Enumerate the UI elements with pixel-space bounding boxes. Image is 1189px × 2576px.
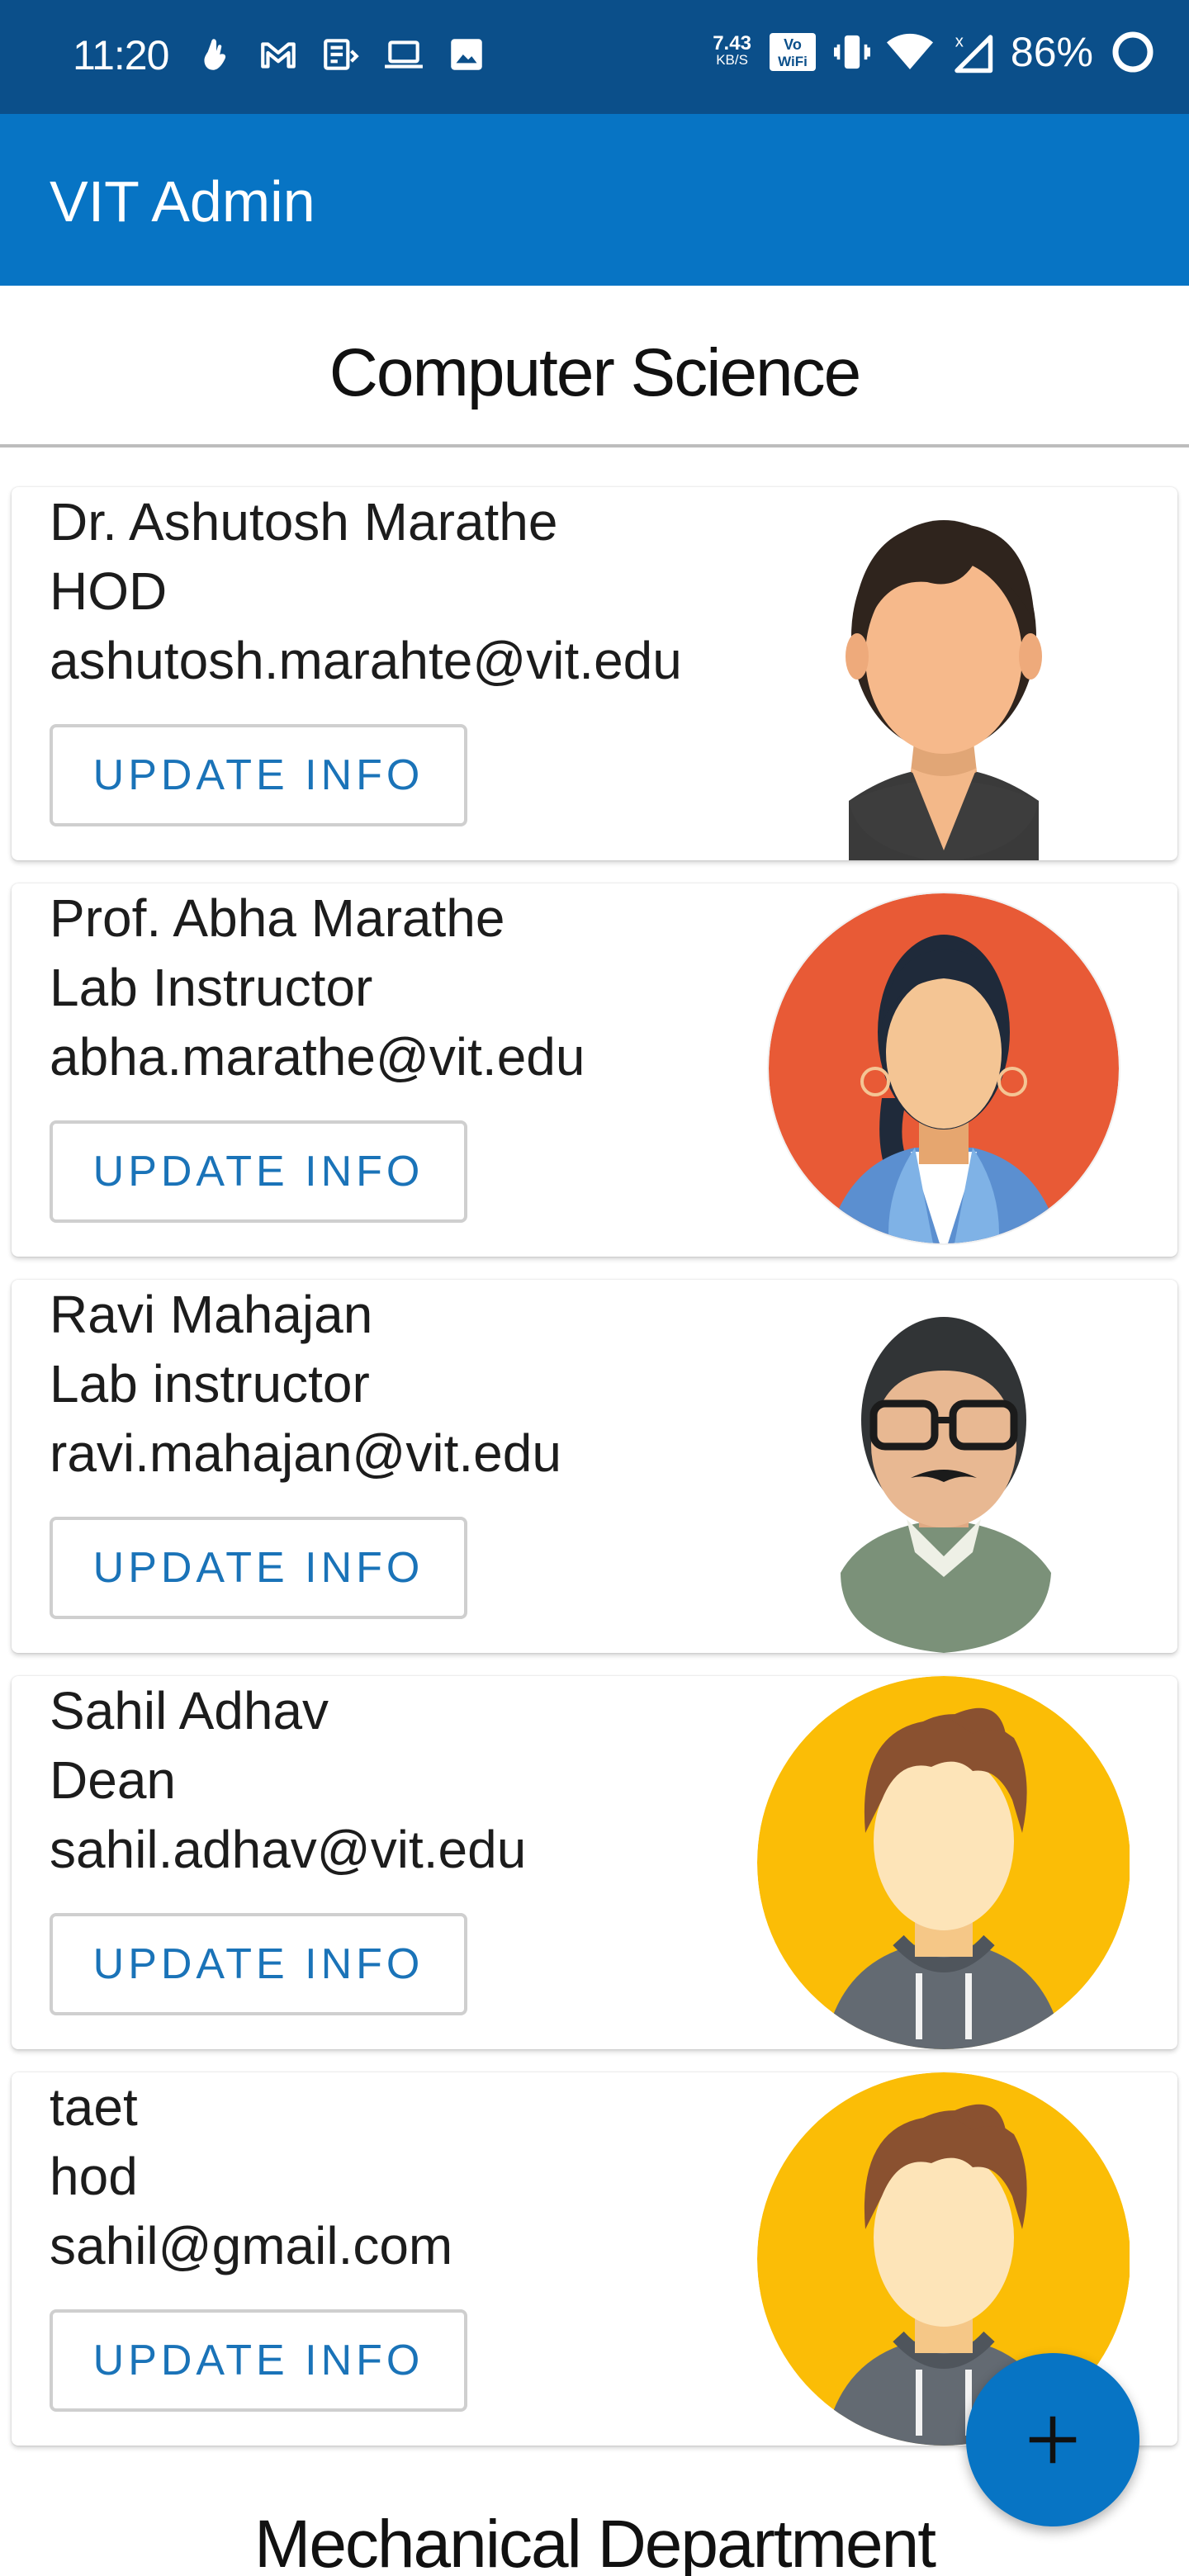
staff-info: taet hod sahil@gmail.com <box>50 2072 452 2280</box>
net-speed: 7.43 KB/S <box>713 32 751 69</box>
staff-role: Lab instructor <box>50 1354 370 1413</box>
staff-info: Sahil Adhav Dean sahil.adhav@vit.edu <box>50 1676 526 1884</box>
staff-name: Sahil Adhav <box>50 1681 329 1740</box>
app-title: VIT Admin <box>50 169 315 234</box>
staff-card: Sahil Adhav Dean sahil.adhav@vit.edu UPD… <box>12 1676 1177 2049</box>
staff-role: Lab Instructor <box>50 958 373 1017</box>
staff-role: Dean <box>50 1750 176 1810</box>
staff-name: taet <box>50 2077 138 2137</box>
svg-text:x: x <box>955 32 964 50</box>
notification-icons <box>195 33 487 76</box>
status-bar: 11:20 7.43 KB/S Vo WiFi x 86% <box>0 0 1189 114</box>
add-staff-button[interactable] <box>966 2353 1139 2526</box>
section-heading-computer-science: Computer Science <box>329 335 862 410</box>
image-icon <box>451 39 482 70</box>
staff-card: Dr. Ashutosh Marathe HOD ashutosh.maraht… <box>12 487 1177 860</box>
app-bar: VIT Admin <box>0 114 1189 286</box>
battery-icon <box>1112 31 1153 73</box>
status-time: 11:20 <box>73 32 169 78</box>
vowifi-icon: VoWiFi <box>769 33 816 71</box>
staff-role: hod <box>50 2147 138 2206</box>
staff-email: abha.marathe@vit.edu <box>50 1027 585 1087</box>
svg-text:WiFi: WiFi <box>778 54 808 69</box>
staff-name: Ravi Mahajan <box>50 1285 373 1344</box>
wifi-icon <box>886 33 933 69</box>
staff-card: Prof. Abha Marathe Lab Instructor abha.m… <box>12 883 1177 1257</box>
section-divider <box>0 444 1189 447</box>
svg-text:Vo: Vo <box>784 36 802 53</box>
update-info-button[interactable]: UPDATE INFO <box>50 1120 467 1223</box>
update-info-button[interactable]: UPDATE INFO <box>50 2309 467 2412</box>
gmail-icon <box>261 42 296 69</box>
woman-dark-hair-avatar <box>750 487 1130 860</box>
hand-icon <box>204 39 226 70</box>
laptop-icon <box>385 40 423 69</box>
staff-role: HOD <box>50 561 168 621</box>
staff-info: Ravi Mahajan Lab instructor ravi.mahajan… <box>50 1280 561 1488</box>
battery-percent: 86% <box>1010 29 1093 75</box>
update-info-button[interactable]: UPDATE INFO <box>50 1517 467 1619</box>
staff-info: Prof. Abha Marathe Lab Instructor abha.m… <box>50 883 585 1091</box>
man-glasses-mustache-avatar <box>750 1280 1130 1653</box>
staff-name: Dr. Ashutosh Marathe <box>50 492 558 552</box>
section-heading-mechanical: Mechanical Department <box>254 2507 936 2576</box>
staff-card: Ravi Mahajan Lab instructor ravi.mahajan… <box>12 1280 1177 1653</box>
staff-email: ashutosh.marahte@vit.edu <box>50 631 682 690</box>
staff-email: sahil.adhav@vit.edu <box>50 1820 527 1879</box>
news-icon <box>324 39 359 70</box>
vibrate-icon <box>833 35 870 69</box>
staff-email: ravi.mahajan@vit.edu <box>50 1423 561 1483</box>
staff-info: Dr. Ashutosh Marathe HOD ashutosh.maraht… <box>50 487 682 695</box>
man-hoodie-yellow-avatar <box>750 1676 1130 2049</box>
update-info-button[interactable]: UPDATE INFO <box>50 1913 467 2015</box>
update-info-button[interactable]: UPDATE INFO <box>50 724 467 826</box>
staff-name: Prof. Abha Marathe <box>50 888 505 948</box>
staff-email: sahil@gmail.com <box>50 2216 453 2275</box>
plus-icon <box>1029 2416 1077 2464</box>
system-icons: 7.43 KB/S Vo WiFi x 86% <box>713 28 1156 76</box>
woman-earrings-orange-avatar <box>750 883 1130 1257</box>
signal-icon: x <box>955 32 993 73</box>
